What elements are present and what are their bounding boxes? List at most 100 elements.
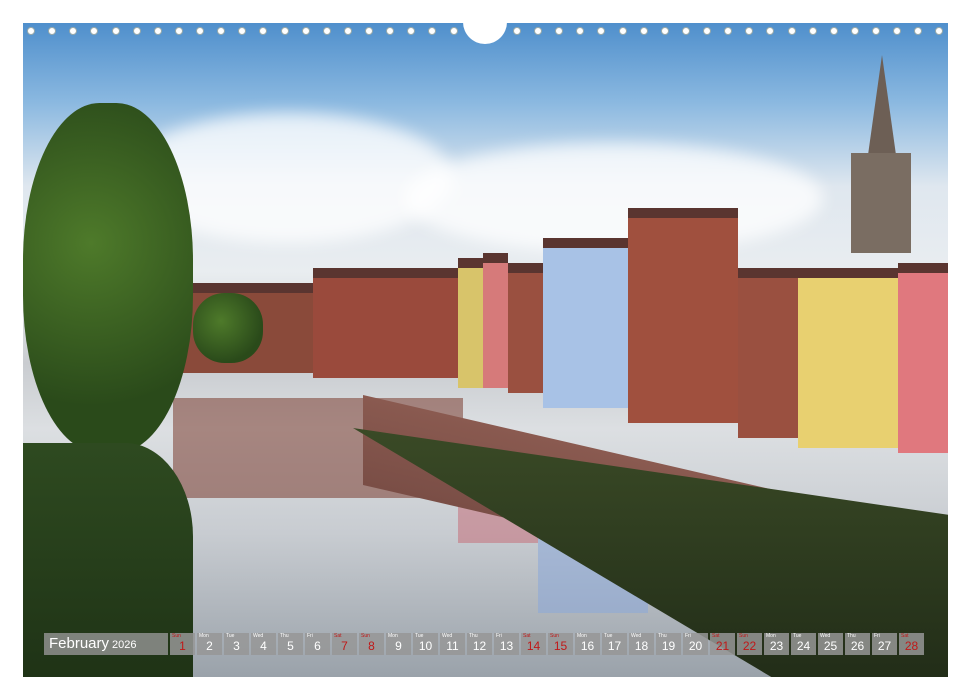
day-number: 28 [899,639,924,653]
day-cell: Sun15 [548,633,573,655]
binding-hole [196,27,204,35]
binding-hole [450,27,458,35]
day-cell: Sat14 [521,633,546,655]
tree [193,293,263,363]
cathedral-spire [868,55,896,155]
day-cell: Tue10 [413,633,438,655]
binding-hole [661,27,669,35]
binding-hole [809,27,817,35]
house [313,268,458,378]
day-number: 11 [440,639,465,653]
binding-hole [935,27,943,35]
binding-hole [619,27,627,35]
day-number: 24 [791,639,816,653]
day-cell: Mon9 [386,633,411,655]
house [508,263,543,393]
day-cell: Fri27 [872,633,897,655]
day-number: 27 [872,639,897,653]
binding-hole [893,27,901,35]
binding-hole [69,27,77,35]
day-number: 14 [521,639,546,653]
binding-hole [407,27,415,35]
house [898,263,948,453]
month-label: February2026 [44,633,168,655]
binding-hole [154,27,162,35]
month-name: February [49,635,109,652]
binding-hole [133,27,141,35]
day-number: 23 [764,639,789,653]
binding-hole [281,27,289,35]
day-number: 10 [413,639,438,653]
cathedral-tower [851,153,911,253]
binding-hole [428,27,436,35]
binding-hole [576,27,584,35]
day-number: 12 [467,639,492,653]
day-number: 15 [548,639,573,653]
day-cell: Sat7 [332,633,357,655]
binding-hole [766,27,774,35]
binding-hole [27,27,35,35]
binding-hole [365,27,373,35]
tree [23,103,193,453]
day-cell: Thu5 [278,633,303,655]
house [543,238,628,408]
binding-hole [872,27,880,35]
day-cell: Mon23 [764,633,789,655]
binding-hole [682,27,690,35]
day-cell: Thu26 [845,633,870,655]
day-cell: Fri6 [305,633,330,655]
day-cell: Sun8 [359,633,384,655]
binding-hole [513,27,521,35]
house [798,268,898,448]
day-cell: Fri13 [494,633,519,655]
day-number: 9 [386,639,411,653]
binding-hole [217,27,225,35]
day-cell: Wed11 [440,633,465,655]
day-strip: Sun1Mon2Tue3Wed4Thu5Fri6Sat7Sun8Mon9Tue1… [170,633,924,655]
binding-hole [640,27,648,35]
day-number: 16 [575,639,600,653]
house [738,268,798,438]
binding-hole [386,27,394,35]
day-cell: Tue24 [791,633,816,655]
house [483,253,508,388]
day-cell: Sat28 [899,633,924,655]
day-number: 2 [197,639,222,653]
calendar-photo [23,23,948,677]
binding-hole [302,27,310,35]
day-number: 13 [494,639,519,653]
day-number: 21 [710,639,735,653]
day-number: 20 [683,639,708,653]
day-number: 8 [359,639,384,653]
binding-hole [238,27,246,35]
day-cell: Tue3 [224,633,249,655]
binding-hole [597,27,605,35]
binding-hole [259,27,267,35]
binding-hole [323,27,331,35]
day-cell: Mon2 [197,633,222,655]
house [458,258,483,388]
binding-hole [48,27,56,35]
binding-hole [851,27,859,35]
day-cell: Sun22 [737,633,762,655]
day-number: 17 [602,639,627,653]
day-number: 18 [629,639,654,653]
year: 2026 [112,639,136,651]
day-number: 5 [278,639,303,653]
day-cell: Sat21 [710,633,735,655]
day-number: 25 [818,639,843,653]
day-cell: Sun1 [170,633,195,655]
day-number: 6 [305,639,330,653]
binding-hole [703,27,711,35]
binding-hole [724,27,732,35]
binding-hole [914,27,922,35]
day-cell: Thu19 [656,633,681,655]
binding-hole [830,27,838,35]
day-cell: Thu12 [467,633,492,655]
day-cell: Wed25 [818,633,843,655]
day-number: 1 [170,639,195,653]
day-cell: Mon16 [575,633,600,655]
day-cell: Wed18 [629,633,654,655]
day-number: 3 [224,639,249,653]
house [628,208,738,423]
